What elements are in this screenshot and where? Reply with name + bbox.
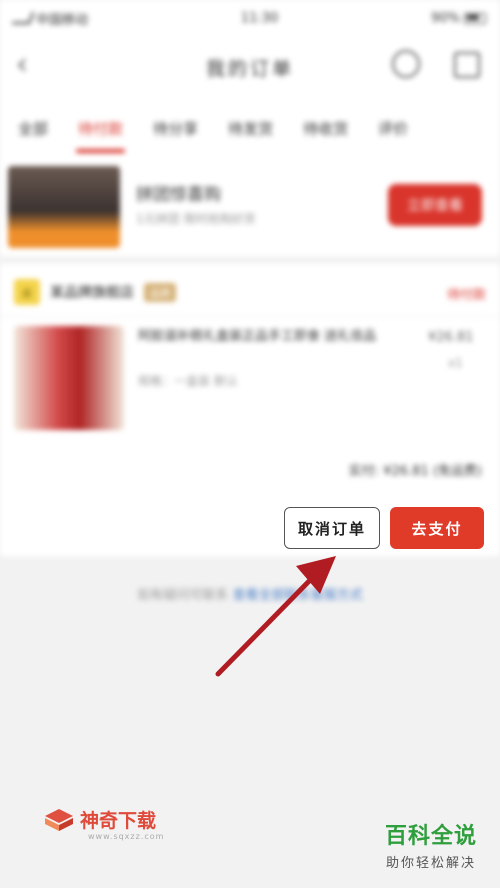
shop-name: 某品牌旗舰店 xyxy=(50,285,134,301)
cancel-order-button[interactable]: 取消订单 xyxy=(284,507,380,549)
cube-logo-icon xyxy=(45,808,73,831)
product-name[interactable]: 阿胶滋补糕礼盒装正品手工即食 送礼佳品 xyxy=(138,326,410,348)
product-spec: 规格：一盒装 默认 xyxy=(138,374,238,388)
watermark-brand: 神奇下载 xyxy=(80,810,157,832)
tab-review[interactable]: 评价 xyxy=(378,118,408,139)
promo-title: 拼团惊喜购 xyxy=(136,185,221,205)
back-icon[interactable]: ‹ xyxy=(16,50,28,80)
order-total: 实付: ¥26.81 (免运费) xyxy=(348,464,482,479)
product-price: ¥26.81 xyxy=(428,330,474,345)
cart-icon[interactable] xyxy=(454,52,480,78)
footer-tip: 如有疑问可联系 查看全部联系客服方式 xyxy=(0,584,500,603)
tab-pending-shipment[interactable]: 待发货 xyxy=(228,118,273,139)
order-status: 待付款 xyxy=(446,288,486,303)
clock: 11:30 xyxy=(240,10,279,26)
nav-bar: ‹ 我的订单 xyxy=(0,36,500,98)
product-quantity: x1 xyxy=(448,356,463,370)
watermark-right: 百科全说 助你轻松解决 xyxy=(370,822,492,880)
promo-button[interactable]: 立即查看 xyxy=(388,184,482,226)
tab-pending-receipt[interactable]: 待收货 xyxy=(303,118,348,139)
contact-link[interactable]: 查看全部联系客服方式 xyxy=(233,588,363,603)
product-image[interactable] xyxy=(14,326,124,430)
watermark-subtitle: 助你轻松解决 xyxy=(385,856,476,871)
status-bar: 中国移动 11:30 90% xyxy=(0,0,500,36)
watermark-title: 百科全说 xyxy=(384,824,477,849)
battery-icon xyxy=(463,12,486,24)
carrier-text: 中国移动 xyxy=(36,12,89,28)
watermark-url: www.sqxzz.com xyxy=(88,832,165,841)
promo-banner[interactable]: 拼团惊喜购 1元拼团 限时抢购好货 立即查看 xyxy=(0,158,500,256)
footer-tip-text: 如有疑问可联系 xyxy=(137,588,229,603)
shop-row[interactable]: 店 某品牌旗舰店 品牌 待付款 xyxy=(14,272,486,312)
signal-icon xyxy=(11,12,35,24)
tab-pending-share[interactable]: 待分享 xyxy=(153,118,198,139)
shop-tag: 品牌 xyxy=(144,282,176,302)
promo-image xyxy=(8,166,120,248)
watermark-left: 神奇下载 xyxy=(44,806,156,833)
tab-pending-payment[interactable]: 待付款 xyxy=(76,118,126,153)
page-title: 我的订单 xyxy=(205,57,294,80)
divider xyxy=(0,316,500,317)
shop-icon: 店 xyxy=(14,279,40,305)
promo-subtitle: 1元拼团 限时抢购好货 xyxy=(136,212,256,226)
tab-all[interactable]: 全部 xyxy=(18,118,48,139)
pay-button[interactable]: 去支付 xyxy=(390,507,484,549)
battery-level: 90% xyxy=(431,10,460,26)
search-icon[interactable] xyxy=(392,50,420,78)
order-tabs: 全部 待付款 待分享 待发货 待收货 评价 xyxy=(0,98,500,158)
